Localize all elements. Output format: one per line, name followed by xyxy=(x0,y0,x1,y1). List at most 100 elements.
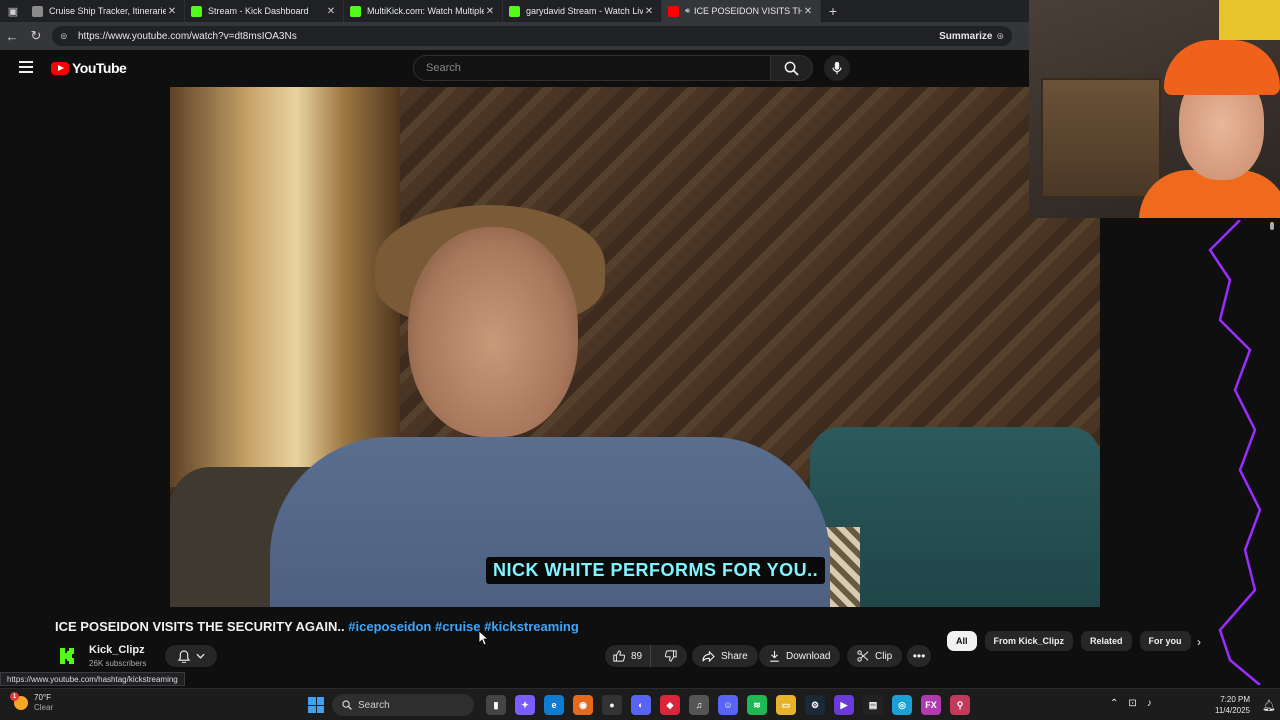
video-caption: NICK WHITE PERFORMS FOR YOU.. xyxy=(486,557,826,584)
recommendation-chips: All From Kick_Clipz Related For you xyxy=(947,631,1191,653)
capture-tool-icon[interactable]: ◎ xyxy=(892,695,912,715)
mouse-cursor-icon xyxy=(478,630,490,646)
hashtag-link[interactable]: #iceposeidon xyxy=(348,619,431,634)
download-icon xyxy=(770,650,779,662)
like-count: 89 xyxy=(631,650,643,662)
windows-start-icon[interactable] xyxy=(308,697,324,713)
address-url: https://www.youtube.com/watch?v=dt8msIOA… xyxy=(78,30,297,42)
weather-description: Clear xyxy=(34,703,54,712)
network-icon[interactable]: ⊡ xyxy=(1128,698,1136,709)
taskbar-clock[interactable]: 7:20 PM 11/4/2025 xyxy=(1210,694,1250,716)
thumbs-down-icon xyxy=(665,650,677,662)
tab-close-icon[interactable]: ✕ xyxy=(166,6,178,17)
tab-favicon-icon xyxy=(191,5,202,17)
video-player[interactable]: NICK WHITE PERFORMS FOR YOU.. xyxy=(170,87,1100,607)
tab-favicon-icon xyxy=(509,5,520,17)
filter-chip[interactable]: From Kick_Clipz xyxy=(984,631,1074,651)
tab-favicon-icon xyxy=(350,5,361,17)
reload-button[interactable]: ↻ xyxy=(24,28,48,44)
bell-icon xyxy=(177,649,190,663)
share-button[interactable]: Share xyxy=(692,645,758,667)
summarize-button[interactable]: Summarize xyxy=(939,31,992,42)
video-editor-icon[interactable]: ▶ xyxy=(834,695,854,715)
notifications-bell-icon[interactable]: 🔔︎ xyxy=(1262,699,1276,712)
like-dislike-group: 89 xyxy=(605,645,687,667)
summarize-icon[interactable]: ⊛ xyxy=(996,31,1004,42)
microphone-icon xyxy=(832,61,842,75)
filter-chip[interactable]: All xyxy=(947,631,977,651)
steam-icon[interactable]: ⚙ xyxy=(805,695,825,715)
browser-toolbar: ← ↻ ⊜ https://www.youtube.com/watch?v=dt… xyxy=(0,22,1030,50)
discord-alt-icon[interactable]: ☺ xyxy=(718,695,738,715)
filter-chip[interactable]: For you xyxy=(1139,631,1191,651)
subscription-bell-button[interactable] xyxy=(165,645,217,667)
search-input[interactable]: Search xyxy=(413,55,771,81)
firefox-icon[interactable]: ◉ xyxy=(573,695,593,715)
taskbar-search[interactable]: Search xyxy=(332,694,474,716)
browser-tab[interactable]: Stream - Kick Dashboard ✕ xyxy=(185,0,344,22)
browser-tab[interactable]: Cruise Ship Tracker, Itineraries, Sc✕ xyxy=(26,0,185,22)
youtube-logo[interactable]: YouTube xyxy=(51,60,127,76)
browser-tab[interactable]: 🔊︎ ICE POSEIDON VISITS THE SE✕ xyxy=(662,0,821,22)
fx-app-icon[interactable]: FX xyxy=(921,695,941,715)
media-app-icon[interactable]: ◆ xyxy=(660,695,680,715)
tab-audio-icon[interactable]: 🔊︎ xyxy=(685,6,690,16)
obs-icon[interactable]: ● xyxy=(602,695,622,715)
tab-title: ICE POSEIDON VISITS THE SE xyxy=(694,6,802,16)
download-button[interactable]: Download xyxy=(759,645,841,667)
tab-favicon-icon xyxy=(668,5,679,17)
scrollbar-thumb[interactable] xyxy=(1270,222,1274,230)
weather-temperature: 70°F xyxy=(34,693,51,702)
volume-icon[interactable]: ♪ xyxy=(1147,698,1152,709)
channel-avatar[interactable] xyxy=(56,644,80,668)
voice-search-button[interactable] xyxy=(824,55,850,81)
tab-close-icon[interactable]: ✕ xyxy=(484,6,496,17)
clip-button[interactable]: Clip xyxy=(847,645,903,667)
more-actions-button[interactable]: ••• xyxy=(907,645,931,667)
file-explorer-icon[interactable]: ▭ xyxy=(776,695,796,715)
tab-close-icon[interactable]: ✕ xyxy=(643,6,655,17)
copilot-icon[interactable]: ✦ xyxy=(515,695,535,715)
spotify-icon[interactable]: ≋ xyxy=(747,695,767,715)
clock-time: 7:20 PM xyxy=(1220,695,1250,704)
back-button[interactable]: ← xyxy=(0,29,24,44)
chevron-right-icon[interactable]: › xyxy=(1190,633,1208,651)
tab-close-icon[interactable]: ✕ xyxy=(802,6,814,17)
purple-lightning-decoration xyxy=(1208,220,1262,685)
share-label: Share xyxy=(721,650,748,662)
tray-overflow-chevron-icon[interactable]: ⌃ xyxy=(1110,698,1118,709)
webcam-person-hat xyxy=(1164,40,1280,95)
hashtag-link[interactable]: #kickstreaming xyxy=(484,619,579,634)
more-dots-icon: ••• xyxy=(912,649,926,663)
streamer-webcam-overlay xyxy=(1029,0,1280,218)
youtube-play-icon xyxy=(51,61,69,75)
like-button[interactable]: 89 xyxy=(605,645,652,667)
task-view-icon[interactable]: ▮ xyxy=(486,695,506,715)
search-button[interactable] xyxy=(771,55,813,81)
discord-icon[interactable]: ◐ xyxy=(631,695,651,715)
hamburger-menu-icon[interactable] xyxy=(19,61,33,73)
filter-chip[interactable]: Related xyxy=(1081,631,1132,651)
video-title-text: ICE POSEIDON VISITS THE SECURITY AGAIN.. xyxy=(55,619,345,634)
dislike-button[interactable] xyxy=(657,650,685,662)
browser-tab[interactable]: MultiKick.com: Watch Multiple St✕ xyxy=(344,0,503,22)
clip-label: Clip xyxy=(875,650,893,662)
tab-actions-menu-icon[interactable]: ▣ xyxy=(0,0,26,22)
search-icon xyxy=(342,700,352,710)
hashtag-link[interactable]: #cruise xyxy=(435,619,481,634)
weather-widget[interactable]: 1 70°F Clear xyxy=(10,692,54,713)
webcam-shelf xyxy=(1041,78,1161,198)
tab-close-icon[interactable]: ✕ xyxy=(325,6,337,17)
edge-browser-icon[interactable]: e xyxy=(544,695,564,715)
new-tab-button[interactable]: + xyxy=(821,3,845,19)
site-info-icon[interactable]: ⊜ xyxy=(60,31,72,42)
scissors-icon xyxy=(857,650,869,662)
video-frame-door xyxy=(170,87,400,487)
maps-pin-icon[interactable]: ⚲ xyxy=(950,695,970,715)
terminal-icon[interactable]: ▤ xyxy=(863,695,883,715)
browser-tab[interactable]: garydavid Stream - Watch Live on✕ xyxy=(503,0,662,22)
channel-name[interactable]: Kick_Clipz xyxy=(89,644,145,656)
itunes-icon[interactable]: ♫ xyxy=(689,695,709,715)
clock-date: 11/4/2025 xyxy=(1215,706,1250,715)
address-bar[interactable]: ⊜ https://www.youtube.com/watch?v=dt8msI… xyxy=(52,26,1012,46)
